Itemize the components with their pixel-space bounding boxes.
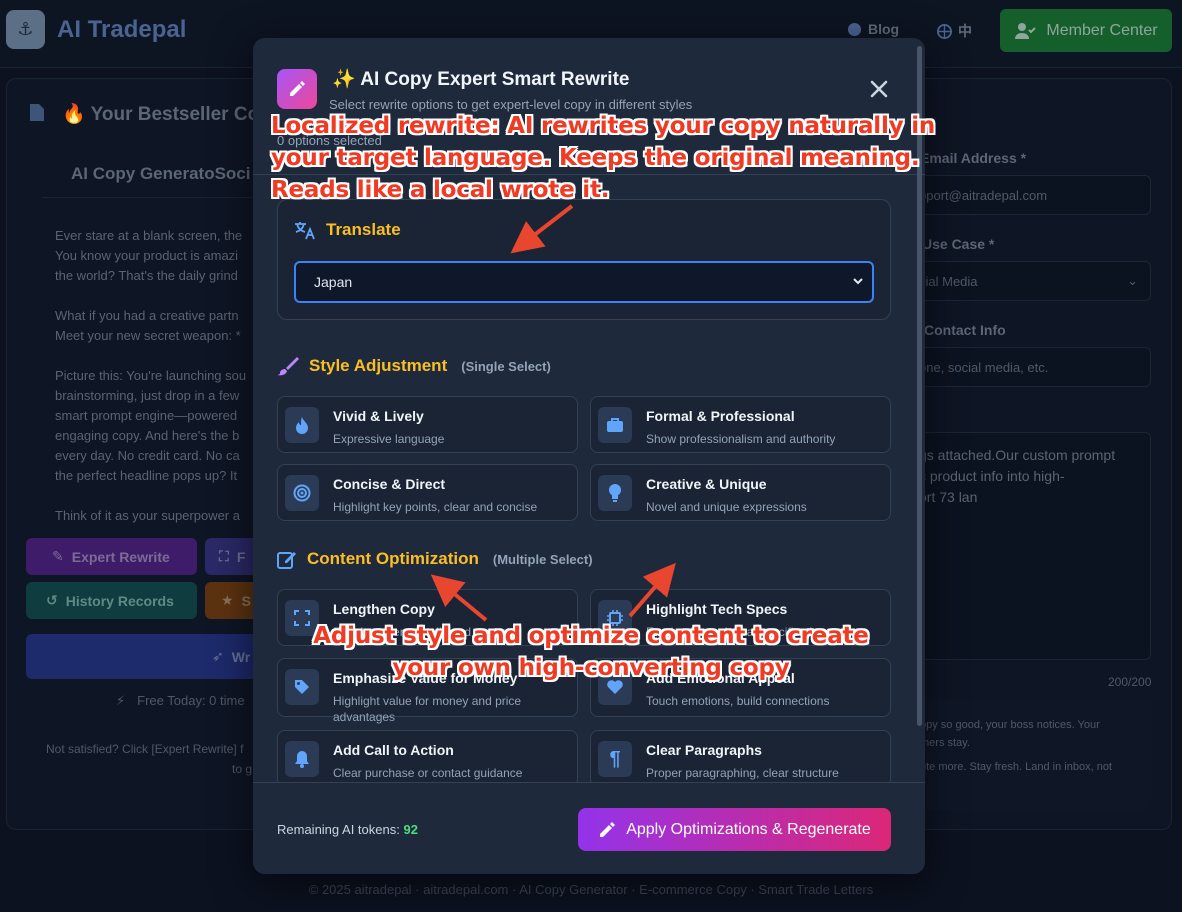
- globe-icon: [937, 23, 952, 39]
- brush-icon: [277, 357, 299, 376]
- bg-contact-input[interactable]: one, social media, etc.: [906, 347, 1151, 387]
- bg-write-button[interactable]: ➶ Wr: [26, 634, 266, 679]
- site-footer: © 2025 aitradepal · aitradepal.com · AI …: [308, 882, 874, 897]
- paragraph-icon: ¶: [598, 741, 632, 777]
- bg-not-satisfied-2: to g: [232, 762, 253, 776]
- bg-contact-label: Contact Info: [924, 322, 1006, 338]
- bg-expert-rewrite-button[interactable]: ✎ Expert Rewrite: [26, 538, 197, 575]
- bg-not-satisfied: Not satisfied? Click [Expert Rewrite] f: [46, 742, 244, 756]
- user-check-icon: [1015, 22, 1037, 39]
- remaining-tokens: Remaining AI tokens: 92: [277, 822, 418, 837]
- edit-icon: [277, 552, 296, 569]
- bg-sample-text-3: rite more. Stay fresh. Land in inbox, no…: [920, 761, 1112, 773]
- bolt-icon: ⚡: [116, 693, 126, 708]
- language-select[interactable]: Japan: [294, 261, 874, 303]
- content-card-paragraphs[interactable]: ¶ Clear Paragraphs Proper paragraphing, …: [590, 730, 891, 787]
- bg-sample-box: [906, 700, 1151, 810]
- style-card-creative[interactable]: Creative & Unique Novel and unique expre…: [590, 464, 891, 521]
- bg-product-textarea[interactable]: gs attached.Our custom prompt c product …: [906, 432, 1151, 660]
- chevron-down-icon: ⌄: [1127, 273, 1138, 288]
- blog-icon: [847, 22, 862, 36]
- logo[interactable]: ⚓: [6, 10, 45, 49]
- bell-icon: [285, 741, 319, 777]
- bg-free-today: ⚡ Free Today: 0 time: [116, 693, 245, 708]
- bg-history-button[interactable]: ↺ History Records: [26, 582, 197, 619]
- rocket-icon: ➶: [212, 648, 224, 664]
- bg-email-input[interactable]: pport@aitradepal.com: [906, 175, 1151, 215]
- member-center-button[interactable]: Member Center: [1000, 9, 1172, 52]
- modal-pencil-icon: [277, 69, 317, 109]
- style-card-vivid[interactable]: Vivid & Lively Expressive language: [277, 396, 578, 453]
- bg-sample-text-1: opy so good, your boss notices. Your: [920, 719, 1100, 731]
- target-icon: [285, 475, 319, 511]
- style-adjustment-title: Style Adjustment (Single Select): [277, 356, 551, 376]
- bg-tab-generator[interactable]: AI Copy GeneratoSoci: [71, 164, 250, 184]
- bg-char-counter: 200/200: [1108, 675, 1152, 689]
- fire-icon: [285, 407, 319, 443]
- style-card-concise[interactable]: Concise & Direct Highlight key points, c…: [277, 464, 578, 521]
- translate-title: Translate: [294, 220, 401, 240]
- brand-name[interactable]: AI Tradepal: [57, 16, 186, 44]
- pencil-icon: ✎: [52, 548, 64, 564]
- history-icon: ↺: [46, 592, 58, 608]
- modal-title: ✨ AI Copy Expert Smart Rewrite: [332, 69, 630, 90]
- briefcase-icon: [598, 407, 632, 443]
- nav-language[interactable]: 中: [937, 21, 972, 41]
- content-card-cta[interactable]: Add Call to Action Clear purchase or con…: [277, 730, 578, 787]
- close-icon[interactable]: [865, 75, 893, 103]
- translate-section: Translate Japan: [277, 199, 891, 320]
- document-icon: [30, 104, 44, 121]
- annotation-adjust-style: Adjust style and optimize content to cre…: [313, 623, 869, 681]
- style-card-formal[interactable]: Formal & Professional Show professionali…: [590, 396, 891, 453]
- bg-sample-text-2: mers stay.: [920, 737, 970, 749]
- bg-usecase-label: Use Case *: [922, 236, 995, 252]
- pencil-icon: [600, 821, 616, 837]
- chevron-down-icon: [853, 278, 863, 285]
- expand-icon: ⛶: [219, 548, 229, 564]
- content-optimization-title: Content Optimization (Multiple Select): [277, 549, 593, 569]
- bg-copy-text: Ever stare at a blank screen, the You kn…: [55, 228, 247, 523]
- apply-regenerate-button[interactable]: Apply Optimizations & Regenerate: [578, 808, 891, 851]
- bg-email-label: Email Address *: [920, 150, 1027, 166]
- nav-blog[interactable]: Blog: [847, 21, 899, 37]
- bg-section-title: 🔥 Your Bestseller Co: [62, 104, 260, 125]
- star-icon: ★: [221, 592, 234, 608]
- lightbulb-icon: [598, 475, 632, 511]
- bg-usecase-select[interactable]: cial Media ⌄: [906, 261, 1151, 301]
- modal-footer: Remaining AI tokens: 92 Apply Optimizati…: [253, 782, 925, 874]
- translate-icon: [295, 222, 315, 240]
- annotation-localized-rewrite: Localized rewrite: AI rewrites your copy…: [271, 113, 936, 203]
